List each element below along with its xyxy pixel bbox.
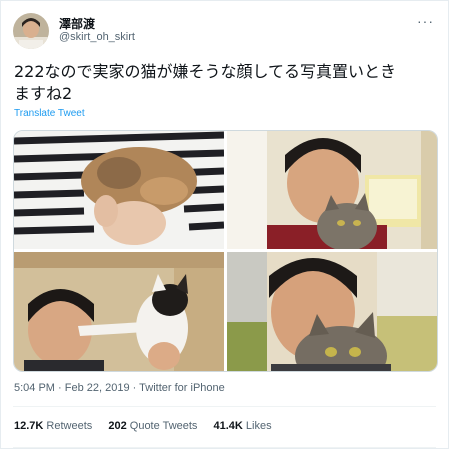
tweet-text-line-1: 222なので実家の猫が嫌そうな顔してる写真置いとき [14, 62, 397, 81]
retweets-count: 12.7K [14, 420, 44, 432]
tweet-stats: 12.7K Retweets 202 Quote Tweets 41.4K Li… [14, 420, 285, 432]
more-options-icon[interactable]: ··· [417, 13, 434, 29]
tweet-time[interactable]: 5:04 PM [14, 382, 55, 394]
photo-man-with-white-cat[interactable] [14, 252, 224, 371]
user-handle[interactable]: @skirt_oh_skirt [59, 31, 135, 43]
photo-man-with-tabby-cat[interactable] [227, 131, 437, 249]
tweet-text-line-2: ますね2 [14, 84, 73, 103]
tweet-timestamp[interactable]: 5:04 PM · Feb 22, 2019 · Twitter for iPh… [14, 382, 225, 394]
avatar[interactable] [13, 13, 49, 49]
quote-count: 202 [108, 420, 127, 432]
tweet-media-grid [13, 130, 438, 372]
meta-separator-2: · [129, 382, 140, 394]
photo-cat-striped-shirt[interactable] [14, 131, 224, 249]
tweet-text: 222なので実家の猫が嫌そうな顔してる写真置いとき ますね2 [14, 61, 439, 105]
quote-tweets-stat[interactable]: 202 Quote Tweets [108, 420, 197, 432]
likes-count: 41.4K [213, 420, 243, 432]
tweet-card: 澤部渡 @skirt_oh_skirt ··· 222なので実家の猫が嫌そうな顔… [0, 0, 449, 449]
photo-man-with-tabby-closeup[interactable] [227, 252, 437, 371]
retweets-label: Retweets [46, 420, 93, 432]
tweet-date[interactable]: Feb 22, 2019 [65, 382, 130, 394]
translate-tweet-link[interactable]: Translate Tweet [14, 108, 85, 119]
retweets-stat[interactable]: 12.7K Retweets [14, 420, 92, 432]
likes-stat[interactable]: 41.4K Likes [214, 420, 272, 432]
meta-separator: · [54, 382, 65, 394]
tweet-source: Twitter for iPhone [139, 382, 225, 394]
quote-label: Quote Tweets [129, 420, 198, 432]
divider-top [13, 406, 436, 407]
divider-bottom [13, 447, 436, 448]
display-name[interactable]: 澤部渡 [59, 15, 95, 32]
likes-label: Likes [245, 420, 272, 432]
